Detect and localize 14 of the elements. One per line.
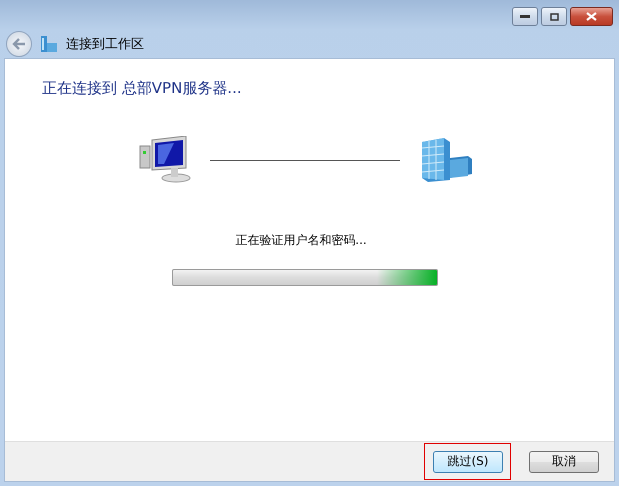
minimize-button[interactable] (512, 7, 538, 26)
maximize-button[interactable] (541, 7, 567, 26)
close-icon (586, 12, 597, 21)
maximize-icon (550, 12, 558, 20)
minimize-icon (520, 14, 530, 18)
connection-heading: 正在连接到 总部VPN服务器... (42, 79, 243, 98)
dialog-button[interactable]: 取消 (529, 450, 599, 473)
back-button[interactable] (6, 31, 32, 57)
building-icon (40, 35, 58, 53)
close-button[interactable] (570, 7, 613, 26)
window-title: 连接到工作区 (66, 36, 144, 53)
dialog-button[interactable]: 跳过(S) (433, 450, 503, 473)
status-text: 正在验证用户名和密码... (234, 232, 368, 249)
back-arrow-icon (12, 38, 26, 50)
